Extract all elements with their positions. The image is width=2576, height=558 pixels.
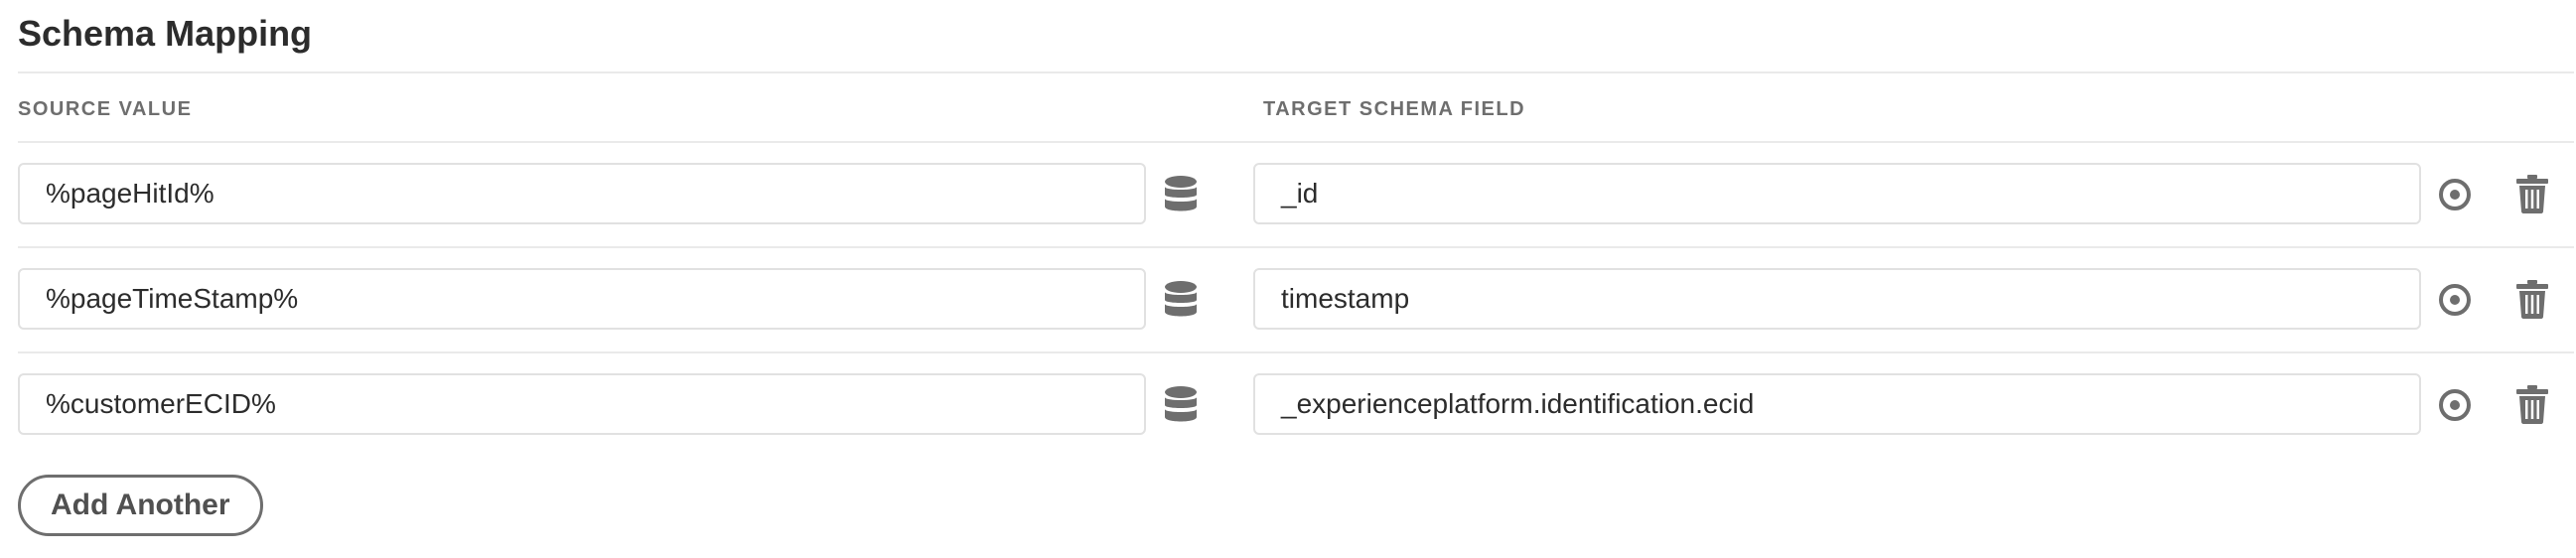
source-value-header: SOURCE VALUE: [18, 98, 193, 120]
trash-icon[interactable]: [2512, 276, 2552, 322]
add-another-button[interactable]: Add Another: [18, 475, 263, 536]
target-schema-field-input[interactable]: timestamp: [1253, 268, 2421, 330]
mapping-row: %pageTimeStamp% timestamp: [0, 268, 2576, 332]
target-schema-field-header: TARGET SCHEMA FIELD: [1263, 98, 1526, 120]
target-schema-field-input[interactable]: _id: [1253, 163, 2421, 224]
source-value-input[interactable]: %customerECID%: [18, 373, 1146, 435]
target-schema-field-input[interactable]: _experienceplatform.identification.ecid: [1253, 373, 2421, 435]
section-title: Schema Mapping: [18, 13, 313, 54]
target-icon[interactable]: [2435, 175, 2475, 214]
divider: [18, 246, 2574, 248]
database-icon[interactable]: [1160, 278, 1202, 322]
database-icon[interactable]: [1160, 383, 1202, 427]
divider: [18, 351, 2574, 353]
target-icon[interactable]: [2435, 385, 2475, 425]
schema-mapping-panel: Schema Mapping SOURCE VALUE TARGET SCHEM…: [0, 0, 2576, 558]
trash-icon[interactable]: [2512, 171, 2552, 216]
source-value-input[interactable]: %pageTimeStamp%: [18, 268, 1146, 330]
database-icon[interactable]: [1160, 173, 1202, 216]
source-value-input[interactable]: %pageHitId%: [18, 163, 1146, 224]
divider: [18, 71, 2574, 73]
trash-icon[interactable]: [2512, 381, 2552, 427]
mapping-row: %customerECID% _experienceplatform.ident…: [0, 373, 2576, 437]
divider: [18, 141, 2574, 143]
target-icon[interactable]: [2435, 280, 2475, 320]
mapping-row: %pageHitId% _id: [0, 163, 2576, 226]
